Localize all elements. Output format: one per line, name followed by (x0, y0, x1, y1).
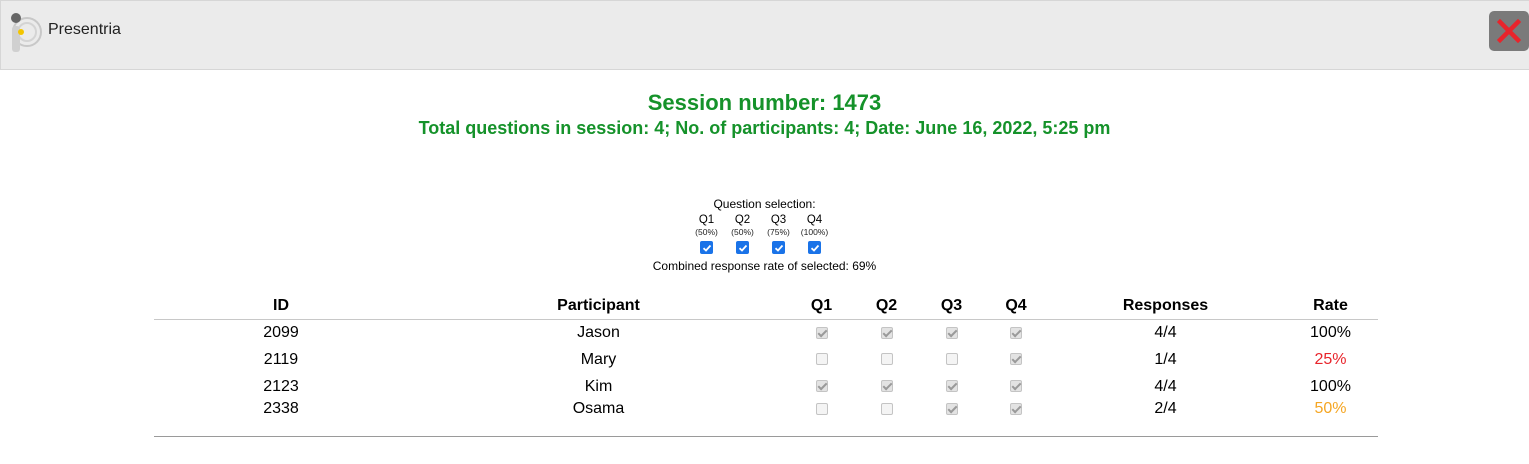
table-bottom-divider (154, 436, 1378, 437)
question-checkbox-q3[interactable] (772, 241, 785, 254)
participant-name: Jason (577, 323, 620, 341)
question-label: Q3 (770, 214, 787, 226)
answer-cell (789, 319, 854, 346)
question-percent: (50%) (731, 227, 754, 237)
answer-cell (919, 346, 984, 373)
column-header-q3: Q3 (919, 293, 984, 320)
participant-name: Mary (580, 350, 617, 368)
answer-cell (984, 373, 1048, 400)
answer-checkbox-q3 (945, 402, 958, 415)
question-percent: (100%) (800, 227, 829, 237)
answer-cell (984, 400, 1048, 428)
responses-count: 2/4 (1154, 400, 1177, 417)
question-selector-q3: Q3 (75%) (761, 214, 797, 254)
brand-name: Presentria (48, 21, 121, 38)
answer-checkbox-q4 (1010, 353, 1022, 366)
participant-id: 2119 (263, 350, 299, 368)
response-rate: 100% (1310, 323, 1351, 341)
question-selector-q4: Q4 (100%) (797, 214, 833, 254)
answer-checkbox-q3 (945, 326, 958, 339)
table-row: 2123 Kim 4/4 100% (154, 373, 1378, 400)
answer-cell (984, 346, 1048, 373)
column-header-rate: Rate (1283, 293, 1378, 320)
checkmark-icon (702, 244, 711, 252)
checkmark-icon (810, 244, 819, 252)
answer-checkbox-q3 (945, 380, 958, 393)
question-selection-title: Question selection: (713, 197, 816, 211)
question-selection-grid: Q1 (50%) Q2 (50%) Q3 (75%) Q4 (100%) (0, 214, 1529, 254)
answer-cell (854, 346, 919, 373)
answer-cell (789, 346, 854, 373)
close-button[interactable] (1489, 11, 1529, 51)
question-checkbox-q2[interactable] (736, 241, 749, 254)
table-body: 2099 Jason 4/4 100% 2119 Mary 1/4 25% 2123 Kim 4/4… (154, 319, 1378, 428)
answer-checkbox-q2 (880, 402, 893, 415)
answer-cell (789, 400, 854, 428)
answer-checkbox-q1 (815, 353, 828, 366)
answer-cell (854, 400, 919, 428)
participant-id: 2338 (263, 400, 299, 417)
close-icon (1497, 19, 1521, 43)
presentria-logo-icon (7, 12, 43, 52)
answer-cell (854, 319, 919, 346)
answer-cell (854, 373, 919, 400)
session-heading: Session number: 1473 Total questions in … (0, 90, 1529, 140)
answer-cell (919, 400, 984, 428)
table-row: 2099 Jason 4/4 100% (154, 319, 1378, 346)
participant-id: 2099 (263, 323, 299, 341)
answer-checkbox-q1 (815, 402, 828, 415)
column-header-id: ID (154, 293, 408, 320)
session-title: Session number: 1473 (647, 90, 882, 115)
participant-name: Osama (572, 400, 625, 417)
answer-checkbox-q2 (880, 353, 893, 366)
column-header-q4: Q4 (984, 293, 1048, 320)
column-header-q1: Q1 (789, 293, 854, 320)
answer-checkbox-q3 (945, 353, 958, 366)
answer-cell (984, 319, 1048, 346)
column-header-responses: Responses (1048, 293, 1283, 320)
combined-response-rate: Combined response rate of selected: 69% (652, 259, 877, 273)
question-label: Q4 (806, 214, 823, 226)
top-bar: Presentria (0, 0, 1529, 70)
table-row: 2338 Osama 2/4 50% (154, 400, 1378, 428)
checkmark-icon (774, 244, 783, 252)
answer-checkbox-q1 (815, 380, 828, 393)
answer-checkbox-q2 (880, 326, 893, 339)
answer-cell (919, 319, 984, 346)
participant-id: 2123 (263, 377, 299, 395)
question-label: Q1 (698, 214, 715, 226)
column-header-participant: Participant (408, 293, 789, 320)
question-selector-q1: Q1 (50%) (689, 214, 725, 254)
question-percent: (50%) (695, 227, 718, 237)
checkmark-icon (738, 244, 747, 252)
question-percent: (75%) (767, 227, 790, 237)
table-row: 2119 Mary 1/4 25% (154, 346, 1378, 373)
response-rate: 50% (1314, 400, 1347, 417)
question-checkbox-q1[interactable] (700, 241, 713, 254)
answer-cell (919, 373, 984, 400)
response-rate: 25% (1314, 350, 1347, 368)
question-checkbox-q4[interactable] (808, 241, 821, 254)
session-subtitle: Total questions in session: 4; No. of pa… (418, 118, 1111, 138)
participant-name: Kim (584, 377, 613, 395)
answer-checkbox-q4 (1010, 326, 1022, 339)
responses-count: 4/4 (1154, 323, 1177, 341)
question-selector-q2: Q2 (50%) (725, 214, 761, 254)
answer-checkbox-q4 (1010, 380, 1022, 393)
answer-cell (789, 373, 854, 400)
responses-count: 4/4 (1154, 377, 1177, 395)
question-selection: Question selection: Q1 (50%) Q2 (50%) Q3 (75%… (0, 197, 1529, 273)
table-header-row: ID Participant Q1 Q2 Q3 Q4 Responses Rate (154, 293, 1378, 320)
answer-checkbox-q2 (880, 380, 893, 393)
participants-table: ID Participant Q1 Q2 Q3 Q4 Responses Rate 2099 J… (154, 293, 1378, 428)
column-header-q2: Q2 (854, 293, 919, 320)
response-rate: 100% (1310, 377, 1351, 395)
responses-count: 1/4 (1154, 350, 1177, 368)
answer-checkbox-q4 (1010, 402, 1022, 415)
question-label: Q2 (734, 214, 751, 226)
answer-checkbox-q1 (815, 326, 828, 339)
